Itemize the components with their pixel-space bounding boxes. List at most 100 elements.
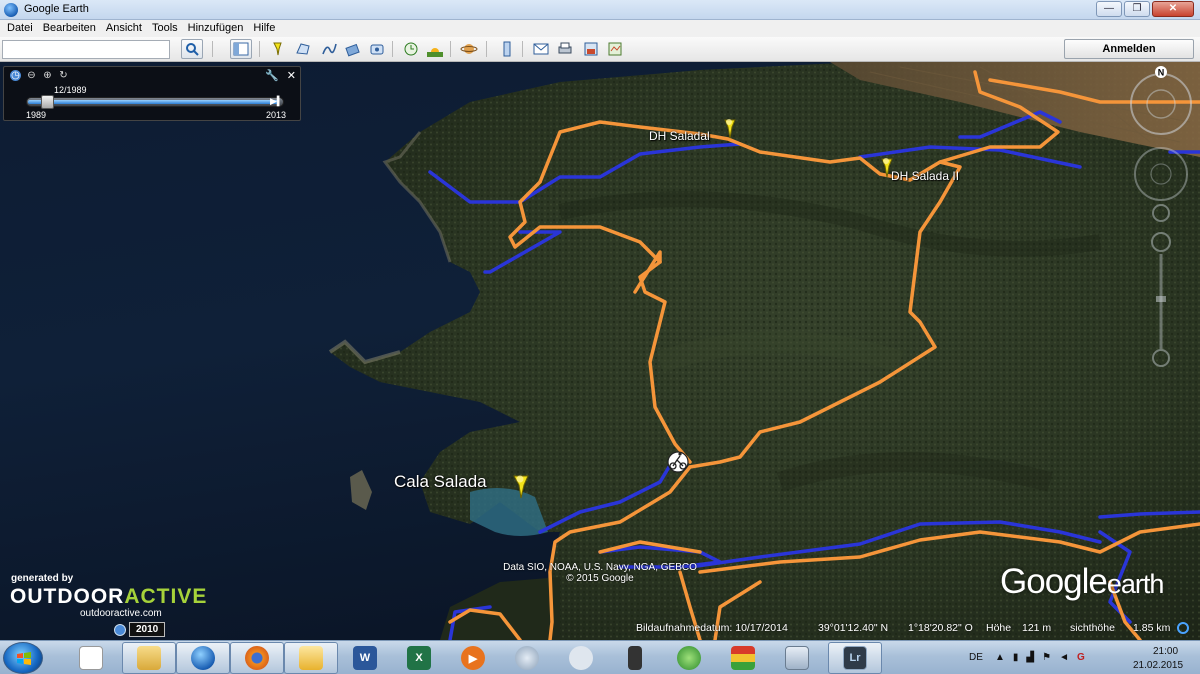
clock-icon[interactable]: ◷ <box>10 70 21 81</box>
pushpin-icon[interactable] <box>876 157 896 181</box>
polygon-button[interactable] <box>292 39 314 59</box>
clock-icon <box>114 623 126 636</box>
taskbar-excel[interactable]: X <box>392 642 446 674</box>
compass-ring-icon[interactable] <box>1130 73 1192 135</box>
traffic-light-icon <box>731 646 755 670</box>
time-slider-handle[interactable] <box>41 95 54 109</box>
menu-ansicht[interactable]: Ansicht <box>101 20 147 37</box>
zoom-out-icon[interactable] <box>1152 349 1170 367</box>
zoom-out-time-icon[interactable]: ⊖ <box>26 70 37 81</box>
play-icon[interactable]: ▶▍ <box>270 96 284 107</box>
image-overlay-button[interactable] <box>342 39 364 59</box>
sunlight-button[interactable] <box>424 39 446 59</box>
time-start-label: 1989 <box>26 110 47 120</box>
sidebar-button[interactable] <box>230 39 252 59</box>
ruler-button[interactable] <box>496 39 518 59</box>
wrench-icon[interactable]: 🔧 <box>265 69 279 82</box>
time-slider[interactable] <box>26 95 284 109</box>
menu-hinzufuegen[interactable]: Hinzufügen <box>183 20 249 37</box>
bike-marker[interactable] <box>667 451 689 473</box>
ruler-icon <box>503 41 511 57</box>
taskbar-traffic[interactable] <box>716 642 770 674</box>
path-button[interactable] <box>318 39 340 59</box>
taskbar-security[interactable] <box>662 642 716 674</box>
historical-imagery-button[interactable] <box>400 39 422 59</box>
taskbar-library[interactable] <box>122 642 176 674</box>
menu-tools[interactable]: Tools <box>147 20 183 37</box>
place-label-dh-salada-ii[interactable]: DH Salada II <box>891 169 959 183</box>
start-button[interactable] <box>3 642 43 674</box>
taskbar-calculator[interactable] <box>770 642 824 674</box>
antivirus-icon[interactable]: G <box>1077 652 1085 663</box>
taskbar-outlook[interactable] <box>284 642 338 674</box>
sidebar-icon <box>233 42 249 56</box>
look-joystick-icon[interactable] <box>1134 147 1188 201</box>
lightroom-icon: Lr <box>843 646 867 670</box>
close-icon[interactable]: ✕ <box>287 69 296 82</box>
eye-altitude-label: sichthöhe <box>1070 622 1115 634</box>
google-earth-icon <box>191 646 215 670</box>
pushpin-icon[interactable] <box>508 474 532 502</box>
taskbar-phone[interactable] <box>608 642 662 674</box>
search-input[interactable] <box>2 40 170 59</box>
maximize-button[interactable]: ❐ <box>1124 1 1150 17</box>
maps-button[interactable] <box>604 39 626 59</box>
time-end-label: 2013 <box>266 110 287 120</box>
data-sources: Data SIO, NOAA, U.S. Navy, NGA, GEBCO <box>503 562 697 573</box>
taskbar-lightroom[interactable]: Lr <box>828 642 882 674</box>
imagery-year: 2010 <box>129 622 166 637</box>
outdooractive-url: outdooractive.com <box>80 608 162 619</box>
taskbar-firefox[interactable] <box>230 642 284 674</box>
search-button[interactable] <box>181 39 203 59</box>
menu-datei[interactable]: Datei <box>2 20 38 37</box>
volume-icon[interactable]: ◄ <box>1059 652 1069 663</box>
save-image-icon <box>584 42 598 56</box>
print-button[interactable] <box>554 39 576 59</box>
flag-icon[interactable]: ⚑ <box>1042 652 1051 663</box>
navigation-controls[interactable]: N <box>1126 66 1196 386</box>
refresh-icon[interactable]: ↻ <box>58 70 69 81</box>
security-icon <box>677 646 701 670</box>
login-button[interactable]: Anmelden <box>1064 39 1194 59</box>
planets-button[interactable] <box>458 39 480 59</box>
street-view-icon[interactable] <box>1152 204 1170 222</box>
taskbar-google-earth[interactable] <box>176 642 230 674</box>
tour-icon <box>370 44 384 55</box>
menu-hilfe[interactable]: Hilfe <box>248 20 280 37</box>
place-label-dh-saladal[interactable]: DH Saladal <box>649 129 710 143</box>
path-icon <box>322 43 337 55</box>
placemark-button[interactable] <box>266 39 288 59</box>
language-indicator[interactable]: DE <box>969 652 983 663</box>
taskbar-arc[interactable] <box>500 642 554 674</box>
menu-bearbeiten[interactable]: Bearbeiten <box>38 20 101 37</box>
show-hidden-icon[interactable]: ▲ <box>995 652 1005 663</box>
historical-imagery-panel: ◷ ⊖ ⊕ ↻ 🔧 ✕ 12/1989 ▶▍ 1989 2013 <box>3 66 301 121</box>
tour-button[interactable] <box>366 39 388 59</box>
clock-time[interactable]: 21:00 <box>1153 646 1178 657</box>
time-current-label: 12/1989 <box>54 85 87 95</box>
minimize-button[interactable]: — <box>1096 1 1122 17</box>
elevation-label: Höhe <box>986 622 1012 634</box>
taskbar-media-player[interactable]: ▶ <box>446 642 500 674</box>
taskbar-file[interactable] <box>64 642 118 674</box>
taskbar-cloud[interactable] <box>554 642 608 674</box>
taskbar: W X ▶ Lr DE ▲ ▮ ▟ ⚑ ◄ G 21:00 21.02.2015 <box>0 640 1200 674</box>
zoom-in-time-icon[interactable]: ⊕ <box>42 70 53 81</box>
imagery-year-badge[interactable]: 2010 <box>114 622 166 637</box>
email-button[interactable] <box>530 39 552 59</box>
copyright: © 2015 Google <box>566 573 634 584</box>
network-icon[interactable]: ▟ <box>1026 652 1034 663</box>
zoom-in-icon[interactable] <box>1151 232 1171 252</box>
save-image-button[interactable] <box>580 39 602 59</box>
toolbar: Anmelden <box>0 37 1200 62</box>
imagery-date: Bildaufnahmedatum: 10/17/2014 <box>636 622 788 634</box>
map-view[interactable]: DH Saladal DH Salada II Cala Salada Data… <box>0 62 1200 640</box>
historical-imagery-icon <box>404 42 418 56</box>
clock-date[interactable]: 21.02.2015 <box>1133 660 1183 671</box>
system-tray: DE ▲ ▮ ▟ ⚑ ◄ G 21:00 21.02.2015 <box>965 645 1200 673</box>
close-button[interactable]: ✕ <box>1152 1 1194 17</box>
taskbar-word[interactable]: W <box>338 642 392 674</box>
pushpin-icon[interactable] <box>719 118 739 142</box>
place-label-cala-salada[interactable]: Cala Salada <box>394 472 487 492</box>
device-icon[interactable]: ▮ <box>1013 652 1019 663</box>
